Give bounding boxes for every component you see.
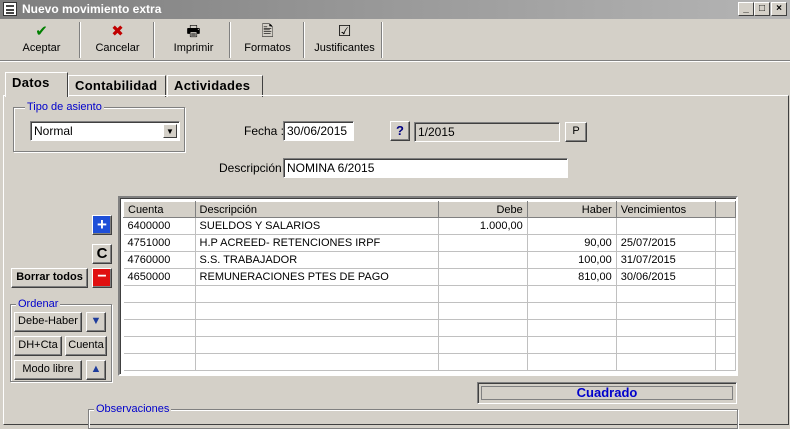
toolbar: ✔ Aceptar ✖ Cancelar 🖶 Imprimir 🖹 Format…	[0, 19, 790, 61]
observaciones-label: Observaciones	[94, 403, 172, 415]
col-haber[interactable]: Haber	[526, 201, 617, 218]
cell-cuenta[interactable]: 4760000	[123, 251, 196, 269]
imprimir-button[interactable]: 🖶 Imprimir	[158, 22, 230, 58]
cell-vencimiento[interactable]	[616, 217, 717, 235]
chevron-down-icon[interactable]: ▼	[163, 124, 177, 138]
table-row-empty[interactable]	[123, 285, 736, 303]
table-row[interactable]: 4751000 H.P ACREED- RETENCIONES IRPF 90,…	[123, 234, 736, 252]
cell-vencimiento[interactable]: 30/06/2015	[616, 268, 717, 286]
justificantes-button[interactable]: ☑ Justificantes	[308, 22, 382, 58]
cell-descripcion[interactable]: REMUNERACIONES PTES DE PAGO	[195, 268, 439, 286]
col-vencimientos[interactable]: Vencimientos	[615, 201, 717, 218]
table-row[interactable]: 4760000 S.S. TRABAJADOR 100,00 31/07/201…	[123, 251, 736, 269]
cell-haber[interactable]: 100,00	[527, 251, 617, 269]
table-row[interactable]: 6400000 SUELDOS Y SALARIOS 1.000,00	[123, 217, 736, 235]
col-cuenta[interactable]: Cuenta	[123, 201, 196, 218]
app-icon	[3, 2, 17, 16]
table-row-empty[interactable]	[123, 319, 736, 337]
cross-icon: ✖	[111, 23, 124, 40]
cell-debe[interactable]	[438, 251, 528, 269]
cell-vencimiento[interactable]: 25/07/2015	[616, 234, 717, 252]
grid-header-row: Cuenta Descripción Debe Haber Vencimient…	[123, 201, 736, 218]
periodo-field: 1/2015	[414, 122, 560, 142]
cell-vencimiento[interactable]: 31/07/2015	[616, 251, 717, 269]
cell-haber[interactable]: 810,00	[527, 268, 617, 286]
checklist-icon: ☑	[337, 23, 352, 40]
tab-actividades[interactable]: Actividades	[167, 75, 263, 97]
cell-debe[interactable]: 1.000,00	[438, 217, 528, 235]
cell-haber[interactable]: 90,00	[527, 234, 617, 252]
close-button[interactable]: ×	[771, 2, 787, 16]
cell-cuenta[interactable]: 6400000	[123, 217, 196, 235]
cuenta-sort-button[interactable]: Cuenta	[65, 336, 107, 356]
dh-cta-button[interactable]: DH+Cta	[14, 336, 62, 356]
tipo-asiento-label: Tipo de asiento	[25, 101, 104, 113]
minimize-button[interactable]: _	[738, 2, 754, 16]
cell-debe[interactable]	[438, 268, 528, 286]
check-icon: ✔	[35, 23, 48, 40]
cell-cuenta[interactable]: 4650000	[123, 268, 196, 286]
cell-haber[interactable]	[527, 217, 617, 235]
cell-descripcion[interactable]: H.P ACREED- RETENCIONES IRPF	[195, 234, 439, 252]
table-row-empty[interactable]	[123, 353, 736, 371]
asiento-lines-grid[interactable]: Cuenta Descripción Debe Haber Vencimient…	[118, 196, 738, 376]
title-bar: Nuevo movimiento extra _ □ ×	[0, 0, 790, 19]
modo-libre-button[interactable]: Modo libre	[14, 360, 82, 380]
help-button[interactable]: ?	[390, 121, 410, 141]
descripcion-input[interactable]: NOMINA 6/2015	[283, 158, 568, 178]
descripcion-label: Descripción :	[219, 161, 289, 175]
cell-descripcion[interactable]: SUELDOS Y SALARIOS	[195, 217, 439, 235]
copy-line-icon[interactable]: C	[92, 244, 112, 264]
col-debe[interactable]: Debe	[437, 201, 528, 218]
aceptar-button[interactable]: ✔ Aceptar	[4, 22, 80, 58]
printer-icon: 🖶	[186, 23, 201, 40]
p-button[interactable]: P	[565, 122, 587, 142]
table-row[interactable]: 4650000 REMUNERACIONES PTES DE PAGO 810,…	[123, 268, 736, 286]
col-spacer	[715, 201, 736, 218]
arrow-down-icon[interactable]: ▼	[86, 312, 106, 332]
delete-line-icon[interactable]: −	[92, 268, 112, 288]
formatos-button[interactable]: 🖹 Formatos	[232, 22, 304, 58]
table-row-empty[interactable]	[123, 302, 736, 320]
fecha-input[interactable]: 30/06/2015	[283, 121, 354, 141]
col-descripcion[interactable]: Descripción	[194, 201, 439, 218]
window-title: Nuevo movimiento extra	[22, 2, 162, 16]
cell-descripcion[interactable]: S.S. TRABAJADOR	[195, 251, 439, 269]
balance-status: Cuadrado	[477, 382, 737, 404]
cell-cuenta[interactable]: 4751000	[123, 234, 196, 252]
cell-debe[interactable]	[438, 234, 528, 252]
borrar-todos-button[interactable]: Borrar todos	[11, 268, 88, 288]
tab-datos[interactable]: Datos	[5, 72, 68, 97]
debe-haber-button[interactable]: Debe-Haber	[14, 312, 82, 332]
add-line-icon[interactable]: +	[92, 215, 112, 235]
cancelar-button[interactable]: ✖ Cancelar	[82, 22, 154, 58]
observaciones-group	[88, 409, 738, 429]
document-icon: 🖹	[261, 23, 274, 40]
tab-contabilidad[interactable]: Contabilidad	[68, 75, 166, 97]
arrow-up-icon[interactable]: ▲	[86, 360, 106, 380]
maximize-button[interactable]: □	[754, 2, 770, 16]
ordenar-label: Ordenar	[16, 298, 61, 310]
tipo-asiento-select[interactable]: Normal ▼	[30, 121, 180, 141]
fecha-label: Fecha :	[244, 124, 285, 138]
table-row-empty[interactable]	[123, 336, 736, 354]
